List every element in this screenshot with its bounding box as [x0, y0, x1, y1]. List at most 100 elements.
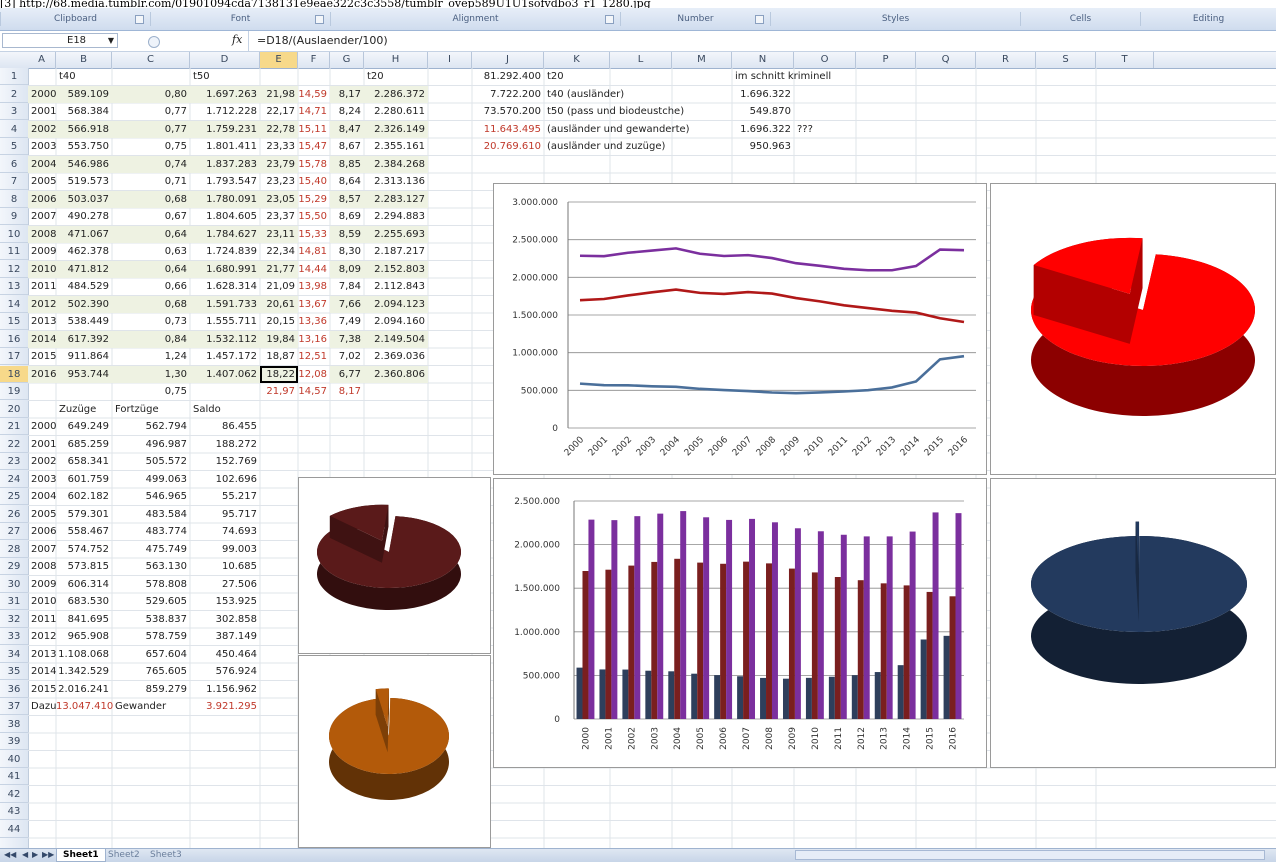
cell-a11[interactable]: 2009: [28, 243, 56, 260]
cell-e6[interactable]: 23,79: [260, 155, 298, 173]
cell-c35[interactable]: 765.605: [112, 663, 190, 680]
cell-c11[interactable]: 0,63: [112, 243, 190, 260]
cell-d6[interactable]: 1.837.283: [190, 155, 260, 173]
circle-icon[interactable]: [148, 36, 160, 48]
tab-sheet3[interactable]: Sheet3: [144, 849, 188, 861]
row-header-16[interactable]: 16: [0, 331, 28, 348]
cell-f8[interactable]: 15,29: [298, 191, 330, 208]
cell-a10[interactable]: 2008: [28, 225, 56, 243]
cell-c36[interactable]: 859.279: [112, 681, 190, 698]
row-header-13[interactable]: 13: [0, 278, 28, 295]
cell-d12[interactable]: 1.680.991: [190, 260, 260, 278]
cell-a25[interactable]: 2004: [28, 488, 56, 505]
cell-b5[interactable]: 553.750: [56, 138, 112, 155]
row-header-14[interactable]: 14: [0, 296, 28, 313]
cell-b9[interactable]: 490.278: [56, 208, 112, 225]
row-header-15[interactable]: 15: [0, 313, 28, 330]
cell-b34[interactable]: 1.108.068: [56, 646, 112, 663]
cell-e10[interactable]: 23,11: [260, 225, 298, 243]
column-header-t[interactable]: T: [1096, 52, 1154, 68]
cell-b16[interactable]: 617.392: [56, 330, 112, 348]
cell-c25[interactable]: 546.965: [112, 488, 190, 505]
cell-f18[interactable]: 12,08: [298, 366, 330, 383]
column-header-r[interactable]: R: [976, 52, 1036, 68]
cell-g3[interactable]: 8,24: [330, 103, 364, 120]
cell-f9[interactable]: 15,50: [298, 208, 330, 225]
cell-f12[interactable]: 14,44: [298, 261, 330, 278]
row-header-19[interactable]: 19: [0, 383, 28, 400]
cell-g12[interactable]: 8,09: [330, 260, 364, 278]
cell-d21[interactable]: 86.455: [190, 418, 260, 435]
cell-c15[interactable]: 0,73: [112, 313, 190, 330]
cell-a37[interactable]: Dazu: [28, 698, 56, 715]
row-header-33[interactable]: 33: [0, 628, 28, 645]
row-header-11[interactable]: 11: [0, 243, 28, 260]
cell-h14[interactable]: 2.094.123: [364, 295, 428, 313]
cell-g13[interactable]: 7,84: [330, 278, 364, 295]
cell-c26[interactable]: 483.584: [112, 506, 190, 523]
row-header-42[interactable]: 42: [0, 786, 28, 803]
cell-f16[interactable]: 13,16: [298, 331, 330, 348]
cell-o4[interactable]: ???: [794, 121, 856, 138]
cell-c23[interactable]: 505.572: [112, 453, 190, 470]
cell-h15[interactable]: 2.094.160: [364, 313, 428, 330]
cell-a4[interactable]: 2002: [28, 120, 56, 138]
dialog-launcher-icon[interactable]: [605, 15, 614, 24]
cell-c32[interactable]: 538.837: [112, 611, 190, 628]
row-header-28[interactable]: 28: [0, 541, 28, 558]
row-header-5[interactable]: 5: [0, 138, 28, 155]
cell-d20[interactable]: Saldo: [190, 401, 260, 418]
cell-h13[interactable]: 2.112.843: [364, 278, 428, 295]
cell-d5[interactable]: 1.801.411: [190, 138, 260, 155]
row-header-6[interactable]: 6: [0, 156, 28, 173]
cell-g10[interactable]: 8,59: [330, 225, 364, 243]
column-header-o[interactable]: O: [794, 52, 856, 68]
column-header-c[interactable]: C: [112, 52, 190, 68]
pie-chart-navy[interactable]: [990, 478, 1276, 768]
cell-h10[interactable]: 2.255.693: [364, 225, 428, 243]
cell-b6[interactable]: 546.986: [56, 155, 112, 173]
cell-a13[interactable]: 2011: [28, 278, 56, 295]
cell-d34[interactable]: 450.464: [190, 646, 260, 663]
cell-g7[interactable]: 8,64: [330, 173, 364, 190]
cell-d23[interactable]: 152.769: [190, 453, 260, 470]
cell-b14[interactable]: 502.390: [56, 295, 112, 313]
cell-a16[interactable]: 2014: [28, 330, 56, 348]
column-header-p[interactable]: P: [856, 52, 916, 68]
cell-a24[interactable]: 2003: [28, 471, 56, 488]
cell-j3[interactable]: 73.570.200: [472, 103, 544, 120]
cell-a5[interactable]: 2003: [28, 138, 56, 155]
cell-h12[interactable]: 2.152.803: [364, 260, 428, 278]
cell-f11[interactable]: 14,81: [298, 243, 330, 260]
cell-n1[interactable]: im schnitt kriminell: [732, 68, 856, 85]
cell-g11[interactable]: 8,30: [330, 243, 364, 260]
cell-n3[interactable]: 549.870: [732, 103, 794, 120]
line-chart[interactable]: 0 500.000 1.000.000 1.500.000 2.000.000 2.500…: [493, 183, 987, 475]
cell-k5[interactable]: (ausländer und zuzüge): [544, 138, 734, 155]
cell-c24[interactable]: 499.063: [112, 471, 190, 488]
cell-h17[interactable]: 2.369.036: [364, 348, 428, 365]
cell-d26[interactable]: 95.717: [190, 506, 260, 523]
cell-e2[interactable]: 21,98: [260, 85, 298, 103]
name-box[interactable]: E18 ▼: [2, 33, 118, 48]
cell-c7[interactable]: 0,71: [112, 173, 190, 190]
cell-h8[interactable]: 2.283.127: [364, 190, 428, 208]
cell-a26[interactable]: 2005: [28, 506, 56, 523]
cell-h9[interactable]: 2.294.883: [364, 208, 428, 225]
cell-a18[interactable]: 2016: [28, 365, 56, 383]
row-header-27[interactable]: 27: [0, 523, 28, 540]
column-header-k[interactable]: K: [544, 52, 610, 68]
column-header-d[interactable]: D: [190, 52, 260, 68]
row-header-37[interactable]: 37: [0, 698, 28, 715]
cell-a28[interactable]: 2007: [28, 541, 56, 558]
cell-c27[interactable]: 483.774: [112, 523, 190, 540]
cell-f3[interactable]: 14,71: [298, 103, 330, 120]
cell-d30[interactable]: 27.506: [190, 576, 260, 593]
cell-e9[interactable]: 23,37: [260, 208, 298, 225]
row-header-1[interactable]: 1: [0, 68, 28, 85]
cell-k4[interactable]: (ausländer und gewanderte): [544, 121, 734, 138]
column-header-f[interactable]: F: [298, 52, 330, 68]
row-header-36[interactable]: 36: [0, 681, 28, 698]
cell-f5[interactable]: 15,47: [298, 138, 330, 155]
cell-f17[interactable]: 12,51: [298, 348, 330, 365]
